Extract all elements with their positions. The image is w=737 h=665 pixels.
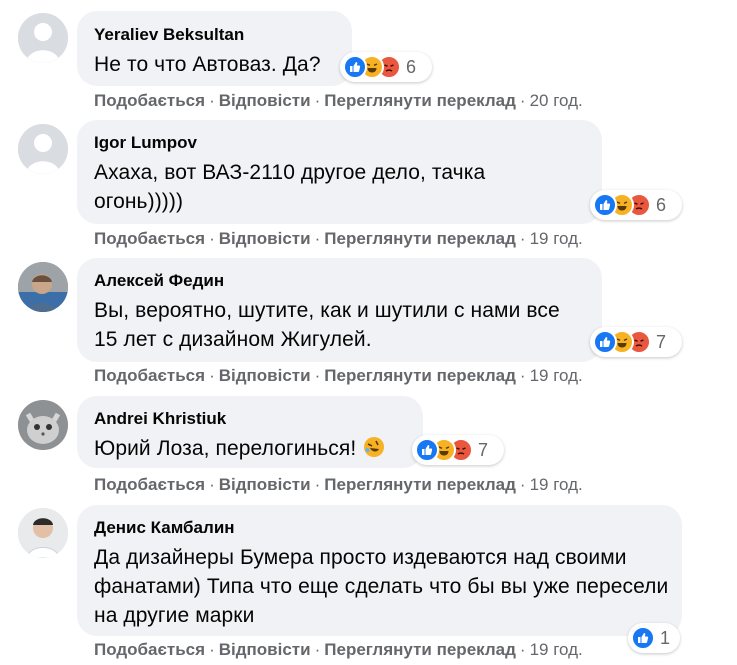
separator-dot: · bbox=[519, 640, 526, 659]
timestamp-link[interactable]: 19 год. bbox=[530, 366, 583, 385]
see-translation-link[interactable]: Переглянути переклад bbox=[324, 91, 516, 110]
comment-bubble: Денис Камбалин Да дизайнеры Бумера прост… bbox=[77, 505, 682, 636]
comment-text-content: Юрий Лоза, перелогинься! bbox=[94, 437, 357, 460]
separator-dot: · bbox=[519, 475, 526, 494]
reaction-count: 7 bbox=[478, 439, 489, 460]
timestamp-link[interactable]: 19 год. bbox=[530, 640, 583, 659]
like-reaction-icon bbox=[631, 626, 655, 650]
comment-bubble: Алексей Федин Вы, вероятно, шутите, как … bbox=[77, 258, 602, 362]
comment-text: Ахаха, вот ВАЗ-2110 другое дело, тачка о… bbox=[94, 161, 486, 213]
comment-actions: Подобається · Відповісти · Переглянути перек… bbox=[94, 640, 583, 660]
like-link[interactable]: Подобається bbox=[94, 229, 205, 248]
comment-text: Вы, вероятно, шутите, как и шутили с нам… bbox=[94, 299, 560, 351]
reply-link[interactable]: Відповісти bbox=[219, 366, 311, 385]
reactions-summary[interactable]: 7 bbox=[590, 327, 682, 357]
timestamp-link[interactable]: 19 год. bbox=[530, 475, 583, 494]
separator-dot: · bbox=[314, 366, 321, 385]
separator-dot: · bbox=[314, 91, 321, 110]
comment-actions: Подобається · Відповісти · Переглянути перек… bbox=[94, 91, 583, 111]
comment-text: Юрий Лоза, перелогинься! bbox=[94, 434, 406, 463]
comment-author[interactable]: Денис Камбалин bbox=[94, 517, 665, 539]
separator-dot: · bbox=[209, 91, 215, 110]
comment-text: Не то что Автоваз. Да? bbox=[94, 53, 321, 76]
comment-text: Да дизайнеры Бумера просто издеваются на… bbox=[94, 546, 669, 627]
separator-dot: · bbox=[209, 640, 215, 659]
reactions-summary[interactable]: 6 bbox=[340, 52, 432, 82]
separator-dot: · bbox=[314, 229, 321, 248]
comment-actions: Подобається · Відповісти · Переглянути перек… bbox=[94, 366, 583, 386]
like-link[interactable]: Подобається bbox=[94, 91, 205, 110]
separator-dot: · bbox=[209, 475, 215, 494]
comment-author[interactable]: Алексей Федин bbox=[94, 270, 585, 292]
like-link[interactable]: Подобається bbox=[94, 475, 205, 494]
reaction-count: 7 bbox=[656, 331, 667, 352]
see-translation-link[interactable]: Переглянути переклад bbox=[324, 229, 516, 248]
reactions-summary[interactable]: 7 bbox=[412, 435, 504, 465]
comment-bubble: Yeraliev Beksultan Не то что Автоваз. Да… bbox=[77, 11, 352, 86]
user-photo-icon bbox=[18, 508, 68, 558]
comment-author[interactable]: Andrei Khristiuk bbox=[94, 408, 406, 430]
timestamp-link[interactable]: 19 год. bbox=[530, 229, 583, 248]
rolling-laughing-emoji-icon bbox=[362, 435, 386, 459]
comment-actions: Подобається · Відповісти · Переглянути перек… bbox=[94, 475, 583, 495]
reactions-summary[interactable]: 1 bbox=[628, 623, 680, 653]
reactions-summary[interactable]: 6 bbox=[590, 190, 682, 220]
see-translation-link[interactable]: Переглянути переклад bbox=[324, 640, 516, 659]
timestamp-link[interactable]: 20 год. bbox=[530, 91, 583, 110]
comment-author[interactable]: Igor Lumpov bbox=[94, 132, 585, 154]
default-avatar-icon bbox=[18, 13, 68, 63]
avatar[interactable] bbox=[18, 13, 68, 63]
separator-dot: · bbox=[209, 366, 215, 385]
separator-dot: · bbox=[519, 229, 526, 248]
separator-dot: · bbox=[314, 475, 321, 494]
avatar[interactable] bbox=[18, 124, 68, 174]
cat-photo-icon bbox=[18, 400, 68, 450]
see-translation-link[interactable]: Переглянути переклад bbox=[324, 475, 516, 494]
user-photo-icon bbox=[18, 262, 68, 312]
like-reaction-icon bbox=[593, 193, 617, 217]
avatar[interactable] bbox=[18, 262, 68, 312]
avatar[interactable] bbox=[18, 400, 68, 450]
see-translation-link[interactable]: Переглянути переклад bbox=[324, 366, 516, 385]
reply-link[interactable]: Відповісти bbox=[219, 91, 311, 110]
avatar[interactable] bbox=[18, 508, 68, 558]
like-reaction-icon bbox=[415, 438, 439, 462]
comment-bubble: Andrei Khristiuk Юрий Лоза, перелогинься… bbox=[77, 396, 423, 468]
default-avatar-icon bbox=[18, 124, 68, 174]
reply-link[interactable]: Відповісти bbox=[219, 475, 311, 494]
reaction-count: 1 bbox=[660, 627, 671, 648]
comment-bubble: Igor Lumpov Ахаха, вот ВАЗ-2110 другое д… bbox=[77, 120, 602, 224]
reaction-count: 6 bbox=[656, 194, 667, 215]
separator-dot: · bbox=[314, 640, 321, 659]
comment-author[interactable]: Yeraliev Beksultan bbox=[94, 24, 335, 46]
like-reaction-icon bbox=[593, 330, 617, 354]
reply-link[interactable]: Відповісти bbox=[219, 640, 311, 659]
like-link[interactable]: Подобається bbox=[94, 366, 205, 385]
separator-dot: · bbox=[519, 366, 526, 385]
like-link[interactable]: Подобається bbox=[94, 640, 205, 659]
reaction-count: 6 bbox=[406, 56, 417, 77]
like-reaction-icon bbox=[343, 55, 367, 79]
comment-actions: Подобається · Відповісти · Переглянути перек… bbox=[94, 229, 583, 249]
separator-dot: · bbox=[209, 229, 215, 248]
reply-link[interactable]: Відповісти bbox=[219, 229, 311, 248]
separator-dot: · bbox=[519, 91, 526, 110]
